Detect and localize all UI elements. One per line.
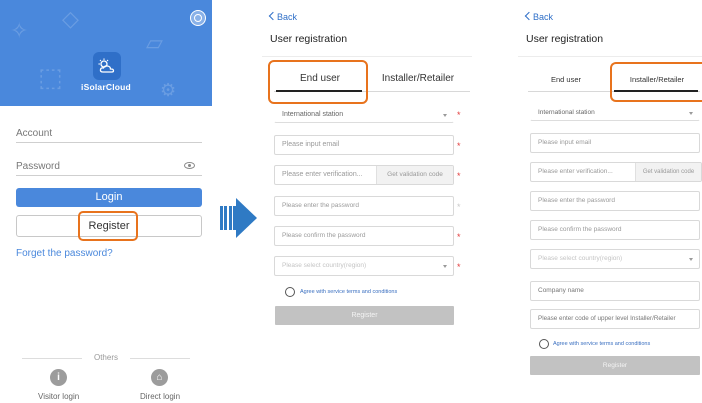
required-mark: *: [457, 171, 461, 181]
verification-code-field[interactable]: Please enter verification... Get validat…: [274, 165, 454, 185]
chevron-down-icon: [689, 111, 693, 115]
station-select[interactable]: International station: [530, 104, 700, 121]
account-field[interactable]: Account: [16, 128, 52, 139]
upper-level-code-field[interactable]: Please enter code of upper level Install…: [530, 309, 700, 329]
get-code-button[interactable]: Get validation code: [635, 163, 701, 181]
agree-terms-link[interactable]: Agree with service terms and conditions: [300, 289, 397, 295]
divider: [262, 56, 472, 57]
direct-login-label[interactable]: Direct login: [140, 392, 180, 401]
app-logo-icon: [93, 52, 121, 80]
password-field[interactable]: Please enter the password: [530, 191, 700, 211]
required-mark: *: [457, 202, 461, 212]
country-placeholder: Please select country(region): [538, 255, 623, 262]
settings-icon[interactable]: [190, 10, 206, 26]
station-value: International station: [538, 109, 595, 116]
chevron-left-icon: [524, 11, 534, 21]
company-name-field[interactable]: Company name: [530, 281, 700, 301]
decor-panel-icon: ▱: [146, 30, 163, 55]
registration-installer-screen: Back User registration End user Installe…: [518, 0, 702, 403]
required-mark: *: [457, 262, 461, 272]
transition-arrow-bars: [220, 206, 236, 230]
login-hero-banner: ✧ ◇ ▱ ⬚ ⚙ iSolarCloud: [0, 0, 212, 106]
login-screen: ✧ ◇ ▱ ⬚ ⚙ iSolarCloud Account Password L…: [0, 0, 212, 403]
verification-code-field[interactable]: Please enter verification... Get validat…: [530, 162, 702, 182]
page-title: User registration: [526, 33, 604, 45]
email-field[interactable]: Please input email: [530, 133, 700, 153]
password-underline: [16, 175, 202, 176]
end-user-highlight: [268, 60, 368, 104]
app-name: iSolarCloud: [81, 82, 131, 92]
password-field[interactable]: Please enter the password: [274, 196, 454, 216]
confirm-password-field[interactable]: Please confirm the password: [530, 220, 700, 240]
back-button[interactable]: Back: [524, 11, 554, 22]
decor-panel-icon: ◇: [62, 6, 79, 31]
back-button[interactable]: Back: [268, 11, 298, 22]
registration-end-user-screen: Back User registration End user Installe…: [262, 0, 472, 403]
login-button[interactable]: Login: [16, 188, 202, 207]
tab-end-user[interactable]: End user: [528, 75, 604, 84]
back-label: Back: [277, 12, 298, 22]
register-highlight: [78, 211, 138, 241]
country-select[interactable]: Please select country(region): [530, 249, 700, 269]
installer-highlight: [610, 62, 702, 102]
agree-terms-link[interactable]: Agree with service terms and conditions: [553, 341, 650, 347]
verification-code-placeholder: Please enter verification...: [282, 171, 363, 178]
verification-code-placeholder: Please enter verification...: [538, 168, 613, 175]
right-arrow-icon: [236, 198, 257, 238]
chevron-down-icon: [443, 113, 447, 117]
register-submit-button[interactable]: Register: [275, 306, 454, 325]
divider: [518, 56, 702, 57]
direct-login-icon[interactable]: ⌂: [151, 369, 168, 386]
get-code-button[interactable]: Get validation code: [376, 166, 453, 184]
account-underline: [16, 142, 202, 143]
page-title: User registration: [270, 33, 348, 45]
country-placeholder: Please select country(region): [282, 262, 367, 269]
agree-radio[interactable]: [285, 287, 295, 297]
country-select[interactable]: Please select country(region): [274, 256, 454, 276]
station-select[interactable]: International station: [274, 106, 454, 123]
back-label: Back: [533, 12, 554, 22]
required-mark: *: [457, 232, 461, 242]
decor-sun-icon: ✧: [10, 18, 29, 43]
email-field[interactable]: Please input email: [274, 135, 454, 155]
password-field[interactable]: Password: [16, 161, 60, 172]
required-mark: *: [457, 141, 461, 151]
tab-installer-retailer[interactable]: Installer/Retailer: [366, 73, 470, 84]
chevron-left-icon: [268, 11, 278, 21]
eye-icon[interactable]: [184, 162, 195, 169]
register-submit-button[interactable]: Register: [530, 356, 700, 375]
visitor-login-label[interactable]: Visitor login: [38, 392, 79, 401]
forget-password-link[interactable]: Forget the password?: [16, 248, 113, 259]
required-mark: *: [457, 110, 461, 120]
visitor-icon[interactable]: i: [50, 369, 67, 386]
chevron-down-icon: [443, 265, 447, 268]
sun-cloud-icon: [98, 58, 115, 73]
agree-radio[interactable]: [539, 339, 549, 349]
confirm-password-field[interactable]: Please confirm the password: [274, 226, 454, 246]
chevron-down-icon: [689, 258, 693, 261]
station-value: International station: [282, 111, 344, 118]
others-label: Others: [93, 353, 118, 362]
